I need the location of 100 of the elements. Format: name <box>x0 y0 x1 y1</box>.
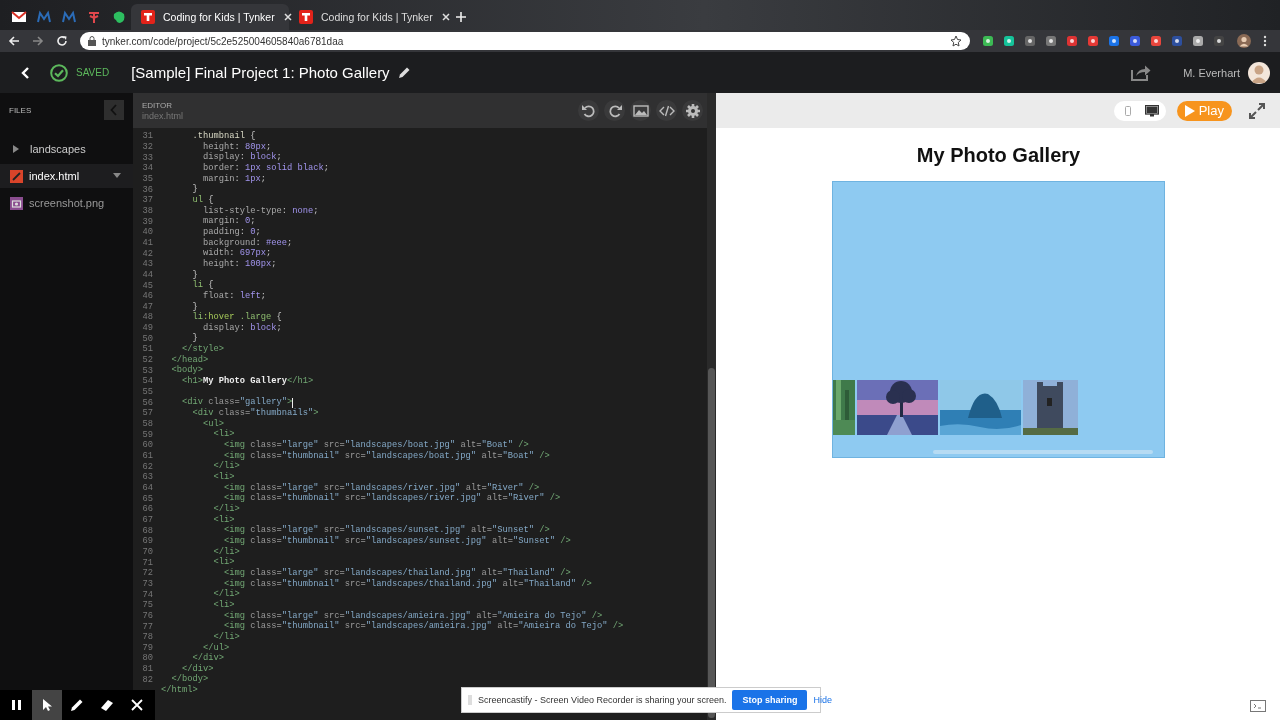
code-line: <img class="large" src="landscapes/river.jpg" alt="River" /> <box>223 482 540 493</box>
line-number: 46 <box>141 291 153 302</box>
menu-icon[interactable] <box>1263 35 1267 47</box>
line-number: 41 <box>141 237 153 248</box>
extension-icon[interactable] <box>1129 35 1141 47</box>
file-item[interactable]: landscapes <box>0 137 133 161</box>
line-number: 32 <box>141 142 153 152</box>
line-number: 40 <box>141 227 153 238</box>
file-item[interactable]: screenshot.png <box>0 191 133 215</box>
reload-icon[interactable] <box>56 35 68 47</box>
settings-button[interactable] <box>682 100 703 121</box>
file-item[interactable]: index.html <box>0 164 133 188</box>
expand-icon[interactable] <box>1249 102 1265 119</box>
forward-icon[interactable] <box>32 35 44 47</box>
extension-icon[interactable] <box>1150 35 1162 47</box>
extension-icon[interactable] <box>1213 35 1225 47</box>
code-line: <img class="large" src="landscapes/amieira.jpg" alt="Amieira do Tejo" /> <box>223 610 603 621</box>
line-number: 80 <box>141 653 153 664</box>
user-name[interactable]: M. Everhart <box>1183 66 1240 79</box>
line-number: 48 <box>141 312 153 323</box>
code-line: display: block; <box>202 152 282 163</box>
browser-tab[interactable]: Coding for Kids | Tynker <box>131 4 289 30</box>
line-number: 77 <box>141 621 153 632</box>
line-number: 42 <box>141 248 153 259</box>
pencil-icon <box>10 169 23 183</box>
play-icon <box>1184 104 1195 117</box>
line-number: 43 <box>141 259 153 270</box>
image-icon <box>632 102 649 119</box>
line-number: 69 <box>141 536 153 547</box>
close-icon[interactable] <box>440 12 451 22</box>
address-bar[interactable]: tynker.com/code/project/5c2e525004605840a6781daa <box>80 32 970 50</box>
line-number: 61 <box>141 451 153 461</box>
line-number: 47 <box>141 301 153 312</box>
console-icon[interactable] <box>1250 700 1266 712</box>
close-icon[interactable] <box>282 12 293 22</box>
extension-icon[interactable] <box>1045 35 1057 47</box>
pencil-icon[interactable] <box>397 66 411 79</box>
code-line: height: 100px; <box>202 258 277 270</box>
pointer-button[interactable] <box>32 690 62 720</box>
line-number: 51 <box>141 344 153 355</box>
pointer-icon <box>40 698 54 712</box>
line-number: 55 <box>141 387 153 398</box>
extension-icon[interactable] <box>1024 35 1036 47</box>
line-number: 33 <box>141 152 153 163</box>
redo-icon <box>606 102 623 119</box>
plus-icon[interactable] <box>455 11 467 23</box>
redo-button[interactable] <box>604 100 625 121</box>
code-line: </body> <box>170 674 209 685</box>
code-line: ul { <box>191 194 214 206</box>
code-line: } <box>191 333 198 344</box>
line-number: 76 <box>141 610 153 621</box>
code-line: </ul> <box>202 642 230 653</box>
tab-title: Coding for Kids | Tynker <box>321 11 433 23</box>
code-line: width: 697px; <box>202 248 272 259</box>
star-icon[interactable] <box>950 35 962 47</box>
url-text: tynker.com/code/project/5c2e525004605840a6781daa <box>102 35 344 47</box>
hide-button[interactable]: Hide <box>813 695 832 705</box>
extension-icon[interactable] <box>1171 35 1183 47</box>
file-name: index.html <box>29 170 80 182</box>
extension-icon[interactable] <box>1003 35 1015 47</box>
line-number: 52 <box>141 355 153 366</box>
extension-icon[interactable] <box>1087 35 1099 47</box>
extension-icon[interactable] <box>1108 35 1120 47</box>
line-number: 67 <box>141 514 153 525</box>
share-icon[interactable] <box>1131 64 1152 81</box>
code-line: <img class="thumbnail" src="landscapes/river.jpg" alt="River" /> <box>223 493 561 504</box>
line-number: 66 <box>141 504 153 515</box>
line-number: 81 <box>141 664 153 675</box>
line-number: 75 <box>141 600 153 611</box>
line-number: 65 <box>141 493 153 504</box>
line-number: 54 <box>141 376 153 387</box>
stop-sharing-button[interactable]: Stop sharing <box>732 690 808 710</box>
line-number: 72 <box>141 568 153 579</box>
line-number: 39 <box>141 216 153 227</box>
line-number: 63 <box>141 472 153 483</box>
caret-icon[interactable] <box>113 173 121 179</box>
extension-icon[interactable] <box>1192 35 1204 47</box>
code-line: <img class="thumbnail" src="landscapes/sunset.jpg" alt="Sunset" /> <box>223 535 571 547</box>
line-number: 53 <box>141 365 153 376</box>
undo-icon <box>580 102 597 119</box>
undo-button[interactable] <box>578 100 599 121</box>
line-number: 59 <box>141 429 153 440</box>
tab-title: Coding for Kids | Tynker <box>163 11 275 23</box>
scrollbar-thumb[interactable] <box>933 450 1153 454</box>
monitor-icon <box>1144 104 1159 117</box>
saved-status: SAVED <box>76 67 110 78</box>
extension-icon[interactable] <box>1066 35 1078 47</box>
triangle-icon[interactable] <box>12 145 20 153</box>
code-button[interactable] <box>656 100 677 121</box>
back-icon[interactable] <box>8 35 20 47</box>
line-number: 38 <box>141 205 153 216</box>
avatar[interactable] <box>1248 61 1270 84</box>
code-line: <img class="large" src="landscapes/thailand.jpg" alt="Thailand" /> <box>223 567 571 579</box>
image-button[interactable] <box>630 100 651 121</box>
browser-tab[interactable]: Coding for Kids | Tynker <box>289 4 447 30</box>
code-line: <h1>My Photo Gallery</h1> <box>181 376 314 387</box>
profile-icon[interactable] <box>1237 34 1251 48</box>
line-number: 56 <box>141 397 153 408</box>
extension-icon[interactable] <box>982 35 994 47</box>
code-line: } <box>191 301 198 312</box>
